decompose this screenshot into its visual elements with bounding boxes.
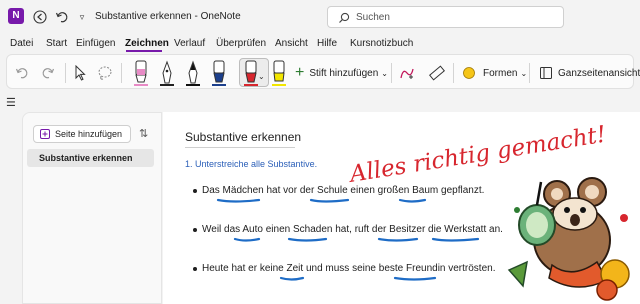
instruction-text[interactable]: 1. Unterstreiche alle Substantive.: [185, 159, 317, 169]
menu-einfuegen[interactable]: Einfügen: [76, 38, 115, 49]
menu-kursnotizbuch[interactable]: Kursnotizbuch: [350, 38, 413, 49]
quick-access-dropdown-icon[interactable]: ▿: [72, 7, 92, 27]
shapes-label: Formen: [483, 67, 518, 79]
menu-hilfe[interactable]: Hilfe: [317, 38, 337, 49]
pen-black-icon[interactable]: [183, 59, 203, 87]
ribbon-separator: [453, 63, 454, 83]
bullet: [193, 267, 197, 271]
add-pen-button[interactable]: + Stift hinzufügen ⌄: [295, 62, 388, 84]
fullpage-icon: [540, 67, 552, 79]
ribbon-undo-icon[interactable]: [15, 62, 29, 84]
pen-fine-black-icon[interactable]: [157, 59, 177, 87]
menu-zeichnen[interactable]: Zeichnen: [125, 38, 169, 49]
search-placeholder: Suchen: [356, 12, 390, 23]
menu-ansicht[interactable]: Ansicht: [275, 38, 308, 49]
ribbon-separator: [529, 63, 530, 83]
back-icon[interactable]: [30, 7, 50, 27]
navigation-menu-icon[interactable]: ☰: [6, 96, 16, 109]
bullet: [193, 189, 197, 193]
sort-pages-icon[interactable]: ⇅: [139, 127, 148, 140]
select-cursor-icon[interactable]: [73, 62, 87, 84]
comment-text: Alles richtig gemacht!: [346, 122, 608, 188]
pen-options-chevron-icon[interactable]: ⌄: [258, 72, 265, 81]
lasso-select-icon[interactable]: [97, 62, 113, 84]
shapes-icon: [463, 67, 475, 79]
menu-bar: Datei Start Einfügen Zeichnen Verlauf Üb…: [0, 34, 640, 54]
ruler-icon[interactable]: [429, 62, 445, 84]
shapes-chevron-icon: ⌄: [520, 68, 528, 78]
draw-ribbon: ⌄ + Stift hinzufügen ⌄ Formen ⌄ Ganzseit…: [6, 54, 640, 89]
add-page-label: Seite hinzufügen: [55, 129, 123, 139]
search-box[interactable]: Suchen: [327, 6, 564, 28]
plus-icon: +: [295, 64, 305, 81]
page-list-item[interactable]: Substantive erkennen: [27, 149, 154, 167]
menu-verlauf[interactable]: Verlauf: [174, 38, 205, 49]
onenote-logo-icon: N: [8, 8, 24, 24]
sentence-3-text: Heute hat er keine Zeit und muss seine b…: [202, 263, 496, 274]
page-title[interactable]: Substantive erkennen: [185, 130, 301, 144]
page-list-pane: Seite hinzufügen ⇅ Substantive erkennen: [22, 112, 162, 304]
add-page-button[interactable]: Seite hinzufügen: [33, 125, 131, 143]
bullet: [193, 228, 197, 232]
pen-pink-icon[interactable]: [131, 59, 151, 87]
ribbon-redo-icon[interactable]: [41, 62, 55, 84]
ribbon-separator: [391, 63, 392, 83]
ribbon-separator: [65, 63, 66, 83]
active-menu-indicator: [126, 50, 162, 52]
pen-blue-icon[interactable]: [209, 59, 229, 87]
sentence-1-text: Das Mädchen hat vor der Schule einen gro…: [202, 185, 485, 196]
ribbon-separator: [121, 63, 122, 83]
fullpage-view-button[interactable]: Ganzseitenansicht: [539, 62, 640, 84]
add-pen-chevron-icon: ⌄: [381, 68, 388, 78]
title-bar: N ▿ Substantive erkennen - OneNote Suche…: [0, 0, 640, 34]
highlighter-yellow-icon[interactable]: [269, 59, 289, 87]
menu-ueberpruefen[interactable]: Überprüfen: [216, 38, 266, 49]
add-pen-label: Stift hinzufügen: [309, 67, 379, 79]
fullpage-label: Ganzseitenansicht: [558, 67, 640, 79]
menu-start[interactable]: Start: [46, 38, 67, 49]
search-icon: [339, 12, 350, 23]
note-canvas[interactable]: Substantive erkennen 1. Unterstreiche al…: [163, 112, 640, 304]
menu-datei[interactable]: Datei: [10, 38, 33, 49]
koala-sticker-image: [507, 177, 630, 301]
shapes-button[interactable]: Formen ⌄: [461, 62, 527, 84]
title-underline: [185, 147, 295, 148]
add-page-icon: [40, 129, 50, 139]
window-title: Substantive erkennen - OneNote: [95, 11, 241, 22]
undo-icon[interactable]: [52, 7, 72, 27]
sentence-2-text: Weil das Auto einen Schaden hat, ruft de…: [202, 224, 503, 235]
ink-to-text-icon[interactable]: [399, 62, 415, 84]
